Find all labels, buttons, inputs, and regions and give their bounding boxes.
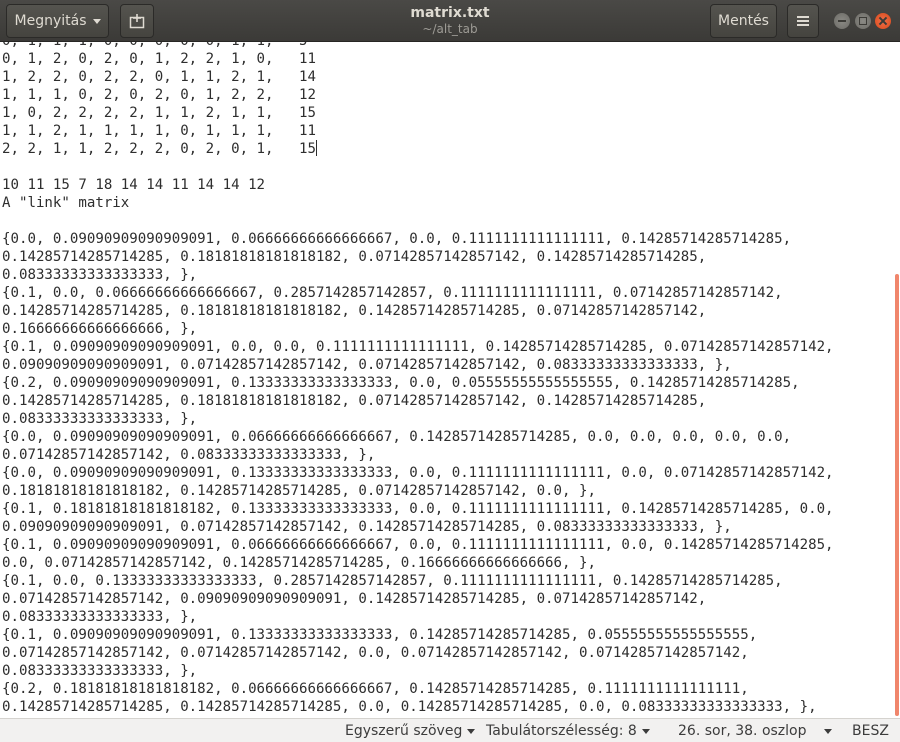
editor-line-text: 2, 2, 1, 1, 2, 2, 2, 0, 2, 0, 1, 15: [2, 141, 316, 157]
editor-line: {0.1, 0.0, 0.13333333333333333, 0.285714…: [2, 573, 783, 589]
cursor-position-label: 26. sor, 38. oszlop: [678, 723, 807, 739]
editor-line: 0.09090909090909091, 0.07142857142857142…: [2, 357, 732, 373]
editor-line: {0.2, 0.09090909090909091, 0.13333333333…: [2, 375, 800, 391]
editor-line: 0.07142857142857142, 0.09090909090909091…: [2, 591, 707, 607]
text-editor[interactable]: 0, 1, 1, 1, 0, 0, 0, 0, 0, 1, 1, 5 0, 1,…: [0, 32, 895, 718]
open-button-label: Megnyitás: [14, 13, 87, 29]
editor-line: A "link" matrix: [2, 195, 130, 211]
editor-line: {0.2, 0.18181818181818182, 0.06666666666…: [2, 681, 749, 697]
hamburger-menu-icon: [797, 16, 809, 26]
editor-line: 0.14285714285714285, 0.14285714285714285…: [2, 699, 817, 715]
chevron-down-icon: [641, 729, 650, 734]
menu-button[interactable]: [787, 4, 819, 38]
editor-line: {0.1, 0.0, 0.06666666666666667, 0.285714…: [2, 285, 783, 301]
editor-line: 10 11 15 7 18 14 14 11 14 14 12: [2, 177, 266, 193]
editor-line: 0.08333333333333333, },: [2, 411, 198, 427]
window-title: matrix.txt: [410, 5, 490, 21]
editor-line: 1, 0, 2, 2, 2, 2, 1, 1, 2, 1, 1, 15: [2, 105, 316, 121]
editor-line: 0, 1, 2, 0, 2, 0, 1, 2, 2, 1, 0, 11: [2, 51, 316, 67]
window-subtitle: ~/alt_tab: [422, 22, 478, 36]
header-bar: Megnyitás matrix.txt ~/alt_tab Mentés: [0, 0, 900, 42]
chevron-down-icon: [467, 729, 476, 734]
save-button[interactable]: Mentés: [710, 4, 777, 38]
tab-width-selector[interactable]: Tabulátorszélesség: 8: [486, 722, 650, 740]
insert-mode-indicator: BESZ: [852, 723, 889, 739]
editor-line: {0.1, 0.09090909090909091, 0.13333333333…: [2, 627, 758, 643]
editor-line: 0.14285714285714285, 0.18181818181818182…: [2, 393, 707, 409]
editor-line: {0.0, 0.09090909090909091, 0.13333333333…: [2, 465, 834, 481]
maximize-icon[interactable]: [855, 13, 871, 29]
editor-line: {0.1, 0.18181818181818182, 0.13333333333…: [2, 501, 834, 517]
editor-line: 0.14285714285714285, 0.18181818181818182…: [2, 303, 707, 319]
close-icon[interactable]: [875, 13, 891, 29]
editor-line-with-cursor: 2, 2, 1, 1, 2, 2, 2, 0, 2, 0, 1, 15: [0, 140, 895, 158]
window-title-block: matrix.txt ~/alt_tab: [300, 5, 600, 37]
minimize-icon[interactable]: [834, 13, 850, 29]
editor-line: 1, 1, 2, 1, 1, 1, 1, 0, 1, 1, 1, 11: [2, 123, 316, 139]
cursor-position-selector[interactable]: 26. sor, 38. oszlop: [678, 722, 832, 740]
editor-line: {0.1, 0.09090909090909091, 0.06666666666…: [2, 537, 834, 553]
chevron-down-icon: [823, 729, 832, 734]
editor-line: {0.0, 0.09090909090909091, 0.06666666666…: [2, 429, 792, 445]
chevron-down-icon: [92, 18, 101, 24]
editor-line: 0.09090909090909091, 0.07142857142857142…: [2, 519, 732, 535]
language-label: Egyszerű szöveg: [345, 723, 463, 739]
tab-width-label: Tabulátorszélesség: 8: [486, 723, 637, 739]
editor-line: 0.08333333333333333, },: [2, 609, 198, 625]
editor-line: 0.07142857142857142, 0.08333333333333333…: [2, 447, 376, 463]
editor-line: 0.14285714285714285, 0.18181818181818182…: [2, 249, 707, 265]
new-tab-icon: [129, 14, 145, 29]
language-selector[interactable]: Egyszerű szöveg: [345, 722, 476, 740]
editor-line: {0.0, 0.09090909090909091, 0.06666666666…: [2, 231, 792, 247]
editor-line: 0.08333333333333333, },: [2, 267, 198, 283]
editor-line: {0.1, 0.09090909090909091, 0.0, 0.0, 0.1…: [2, 339, 834, 355]
editor-line: 1, 1, 1, 0, 2, 0, 2, 0, 1, 2, 2, 12: [2, 87, 316, 103]
text-cursor: [315, 140, 317, 156]
editor-line: 0.16666666666666666, },: [2, 321, 198, 337]
status-bar: Egyszerű szöveg Tabulátorszélesség: 8 26…: [0, 718, 900, 742]
editor-line: 0.0, 0.07142857142857142, 0.142857142857…: [2, 555, 596, 571]
editor-line: 0.08333333333333333, },: [2, 663, 198, 679]
editor-line: 1, 2, 2, 0, 2, 2, 0, 1, 1, 2, 1, 14: [2, 69, 316, 85]
editor-line: 0.07142857142857142, 0.07142857142857142…: [2, 645, 749, 661]
open-button[interactable]: Megnyitás: [6, 4, 109, 38]
new-tab-button[interactable]: [120, 4, 154, 38]
vertical-scrollbar[interactable]: [895, 274, 899, 716]
editor-line: 0.18181818181818182, 0.14285714285714285…: [2, 483, 596, 499]
